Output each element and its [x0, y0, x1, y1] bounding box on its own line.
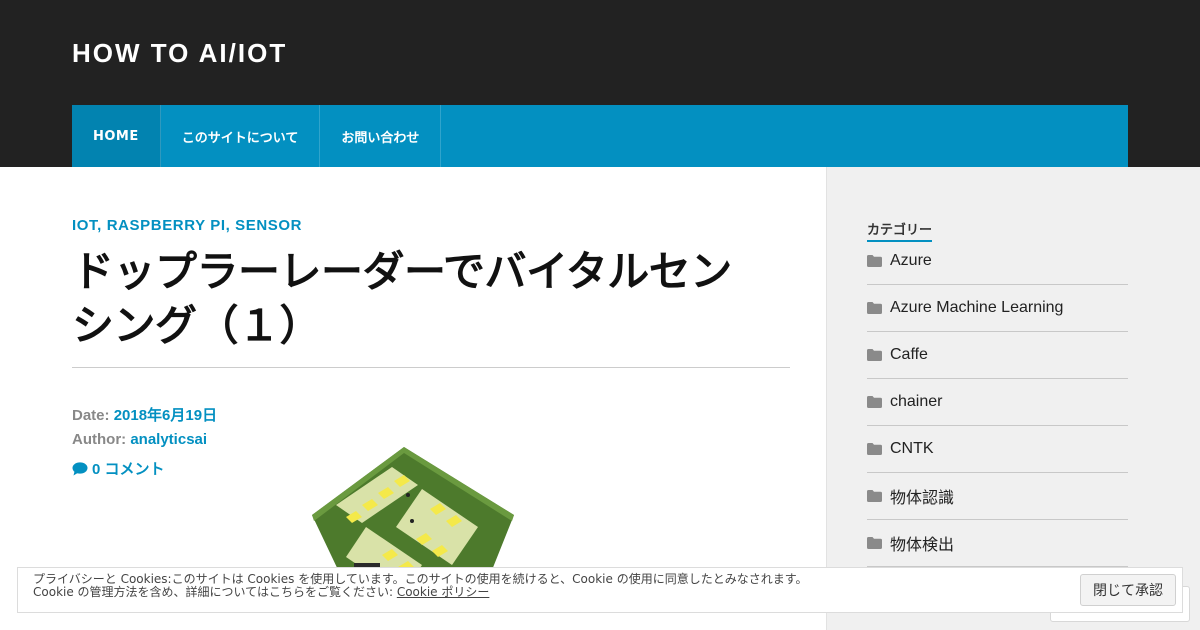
category-label: CNTK — [890, 440, 934, 457]
cookie-accept-button[interactable]: 閉じて承認 — [1080, 574, 1176, 606]
date-label: Date: — [72, 407, 110, 424]
cookie-policy-link[interactable]: Cookie ポリシー — [397, 585, 490, 599]
category-link-raspberry-pi[interactable]: RASPBERRY PI — [107, 217, 226, 234]
folder-icon — [867, 443, 882, 455]
category-link-iot[interactable]: IOT — [72, 217, 97, 234]
category-item-chainer[interactable]: chainer — [867, 379, 1128, 426]
site-header: HOW TO AI/IOT HOME このサイトについて お問い合わせ — [0, 0, 1200, 167]
post-title-line2: シング（１） — [72, 301, 322, 350]
category-separator: , — [97, 217, 107, 234]
post-comments: 0 コメント — [72, 458, 165, 480]
categories-list: Azure Azure Machine Learning Caffe chain… — [867, 238, 1128, 567]
category-label: Azure — [890, 252, 932, 269]
post-categories: IOT, RASPBERRY PI, SENSOR — [72, 217, 302, 234]
category-label: 物体認識 — [890, 490, 955, 507]
comment-bubble-icon — [72, 462, 88, 480]
cookie-text: プライバシーと Cookies:このサイトは Cookies を使用しています。… — [33, 573, 808, 598]
category-label: 物体検出 — [890, 537, 955, 554]
page: HOW TO AI/IOT HOME このサイトについて お問い合わせ IOT,… — [0, 0, 1200, 630]
category-item-azure[interactable]: Azure — [867, 238, 1128, 285]
sidebar: カテゴリー Azure Azure Machine Learning Caffe… — [826, 167, 1200, 630]
folder-icon — [867, 396, 882, 408]
title-divider — [72, 367, 790, 368]
post-author: Author: analyticsai — [72, 431, 207, 448]
folder-icon — [867, 349, 882, 361]
cookie-banner: プライバシーと Cookies:このサイトは Cookies を使用しています。… — [17, 567, 1183, 613]
main-nav: HOME このサイトについて お問い合わせ — [72, 105, 1128, 167]
nav-about[interactable]: このサイトについて — [161, 105, 321, 167]
folder-icon — [867, 490, 882, 502]
site-title[interactable]: HOW TO AI/IOT — [72, 38, 287, 69]
date-link[interactable]: 2018年6月19日 — [114, 407, 217, 424]
folder-icon — [867, 537, 882, 549]
category-item-cntk[interactable]: CNTK — [867, 426, 1128, 473]
post-date: Date: 2018年6月19日 — [72, 404, 217, 425]
nav-home[interactable]: HOME — [72, 105, 161, 167]
cookie-text-line2-prefix: Cookie の管理方法を含め、詳細についてはこちらをご覧ください: — [33, 584, 397, 599]
category-label: Azure Machine Learning — [890, 299, 1064, 316]
cookie-text-line2: Cookie の管理方法を含め、詳細についてはこちらをご覧ください: Cooki… — [33, 584, 808, 599]
post-title-line1: ドップラーレーダーでバイタルセン — [72, 247, 732, 296]
category-separator: , — [225, 217, 236, 234]
main-content: IOT, RASPBERRY PI, SENSOR ドップラーレーダーでバイタル… — [0, 167, 826, 630]
category-item-object-detection[interactable]: 物体検出 — [867, 520, 1128, 567]
category-link-sensor[interactable]: SENSOR — [235, 217, 302, 234]
folder-icon — [867, 255, 882, 267]
author-link[interactable]: analyticsai — [130, 431, 207, 448]
author-label: Author: — [72, 431, 127, 448]
nav-contact[interactable]: お問い合わせ — [320, 105, 442, 167]
category-item-caffe[interactable]: Caffe — [867, 332, 1128, 379]
category-label: chainer — [890, 393, 943, 410]
post-title: ドップラーレーダーでバイタルセン シング（１） — [72, 245, 790, 353]
comments-link[interactable]: 0 コメント — [72, 461, 165, 478]
category-item-object-recognition[interactable]: 物体認識 — [867, 473, 1128, 520]
folder-icon — [867, 302, 882, 314]
category-label: Caffe — [890, 346, 928, 363]
category-item-azure-ml[interactable]: Azure Machine Learning — [867, 285, 1128, 332]
comments-count: 0 コメント — [92, 461, 165, 478]
